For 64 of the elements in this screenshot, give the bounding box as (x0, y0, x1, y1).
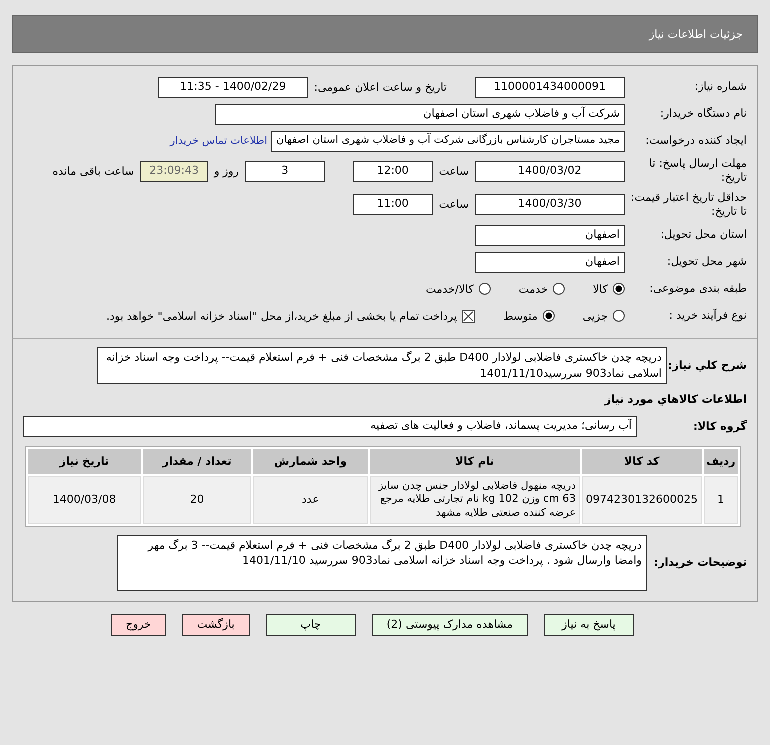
radio-button[interactable] (542, 310, 555, 322)
column-header: کد کالا (582, 448, 702, 474)
radio-label: کالا (593, 282, 608, 296)
radio-label: خدمت (518, 282, 548, 296)
table-cell: 20 (143, 476, 252, 524)
field-label: گروه کالا: (692, 420, 747, 434)
field-label: روز و (214, 164, 240, 178)
field-label: ساعت (439, 164, 469, 178)
page-title: جزئیات اطلاعات نیاز (649, 28, 743, 40)
column-header: تعداد / مقدار (143, 448, 252, 474)
checkbox-label: پرداخت تمام یا بخشی از مبلغ خرید،از محل "اسناد خزانه اسلامی" خواهد بود. (106, 310, 458, 323)
field-label: شهر محل تحویل: (666, 255, 747, 270)
table-cell: دریچه منهول فاضلابی لولادار جنس چدن سایز 63 cm وزن 102 kg نام تجارتی طلایه مرجع عرضه کننده صنعتی طلایه مشهد (370, 476, 580, 524)
table-cell: عدد (253, 476, 368, 524)
announce-date-field: 1400/02/29 - 11:35 (158, 76, 308, 98)
field-label: تاریخ و ساعت اعلان عمومی: (314, 80, 447, 94)
field-label: نام دستگاه خریدار: (659, 106, 747, 122)
field-label: استان محل تحویل: (660, 228, 747, 242)
field-label: شماره نیاز: (694, 80, 747, 94)
goods-group-field: آب رسانی؛ مدیریت پسماند، فاضلاب و فعالیت های تصفیه (23, 416, 637, 438)
field-label: ایجاد کننده درخواست: (644, 134, 747, 148)
action-button[interactable]: خروج (111, 614, 166, 636)
radio-button[interactable] (478, 283, 491, 296)
action-button[interactable]: پاسخ به نیاز (544, 614, 634, 636)
radio-label: جزیی (582, 310, 608, 323)
field-label: توضیحات خریدار: (653, 556, 747, 570)
column-header: تاریخ نیاز (28, 448, 142, 474)
date-field: 1400/03/30 (475, 194, 625, 216)
radio-button[interactable] (613, 310, 625, 322)
field-label: شرح کلي نياز: (667, 359, 747, 372)
requester-field: مجید مستاجران کارشناس بازرگانی شرکت آب و فاضلاب شهری استان اصفهان (271, 130, 625, 152)
date-field: 1400/03/02 (475, 160, 625, 182)
action-button[interactable]: چاپ (266, 614, 356, 636)
table-cell: 1 (704, 476, 738, 524)
column-header: نام کالا (370, 448, 580, 474)
field-label: مهلت ارسال پاسخ: تا تاریخ: (648, 157, 747, 186)
action-button[interactable]: مشاهده مدارک پیوستی (2) (372, 614, 528, 636)
field-label: ساعت (439, 198, 469, 212)
table-cell: 1400/03/08 (28, 476, 142, 524)
field-label: طبقه بندی موضوعی: (648, 282, 747, 296)
section-title: اطلاعات کالاهاي مورد نياز (605, 393, 747, 406)
radio-label: متوسط (503, 310, 538, 323)
days-field: 3 (245, 160, 326, 182)
need-number-field: 1100001434000091 (475, 76, 625, 98)
checkbox[interactable] (462, 310, 476, 323)
column-header: واحد شمارش (253, 448, 368, 474)
action-button[interactable]: بازگشت (182, 614, 250, 636)
contact-link[interactable]: اطلاعات تماس خریدار (170, 135, 268, 147)
radio-label: کالا/خدمت (426, 282, 474, 296)
buyer-notes-field: دریچه چدن خاکستری فاضلابی لولادار D400 طبق 2 برگ مشخصات فنی + فرم استعلام قیمت-- 3 برگ مهر وامضا وارسال شود . پرداخت وجه اسناد خزانه اسلامی نماد903 سررسید 1401/11/10 (117, 534, 647, 591)
radio-button[interactable] (613, 283, 625, 296)
description-field: دریچه چدن خاکستری فاضلابی لولادار D400 طبق 2 برگ مشخصات فنی + فرم استعلام قیمت-- پرداخت وجه اسناد خزانه اسلامی نماد903 سررسید1401/11/10 (97, 347, 667, 384)
table-cell: 0974230132600025 (582, 476, 702, 524)
radio-button[interactable] (553, 283, 566, 296)
province-field: اصفهان (475, 224, 625, 246)
time-field: 11:00 (353, 194, 434, 216)
buyer-org-field: شرکت آب و فاضلاب شهری استان اصفهان (215, 104, 625, 124)
column-header: ردیف (704, 448, 738, 474)
field-label: حداقل تاریخ اعتبار قیمت: تا تاریخ: (630, 190, 747, 220)
time-field: 12:00 (353, 160, 434, 182)
remaining-time-field: 23:09:43 (140, 160, 208, 182)
field-label: ساعت باقی مانده (52, 164, 134, 178)
city-field: اصفهان (475, 252, 625, 273)
field-label: نوع فرآیند خرید : (668, 309, 747, 324)
